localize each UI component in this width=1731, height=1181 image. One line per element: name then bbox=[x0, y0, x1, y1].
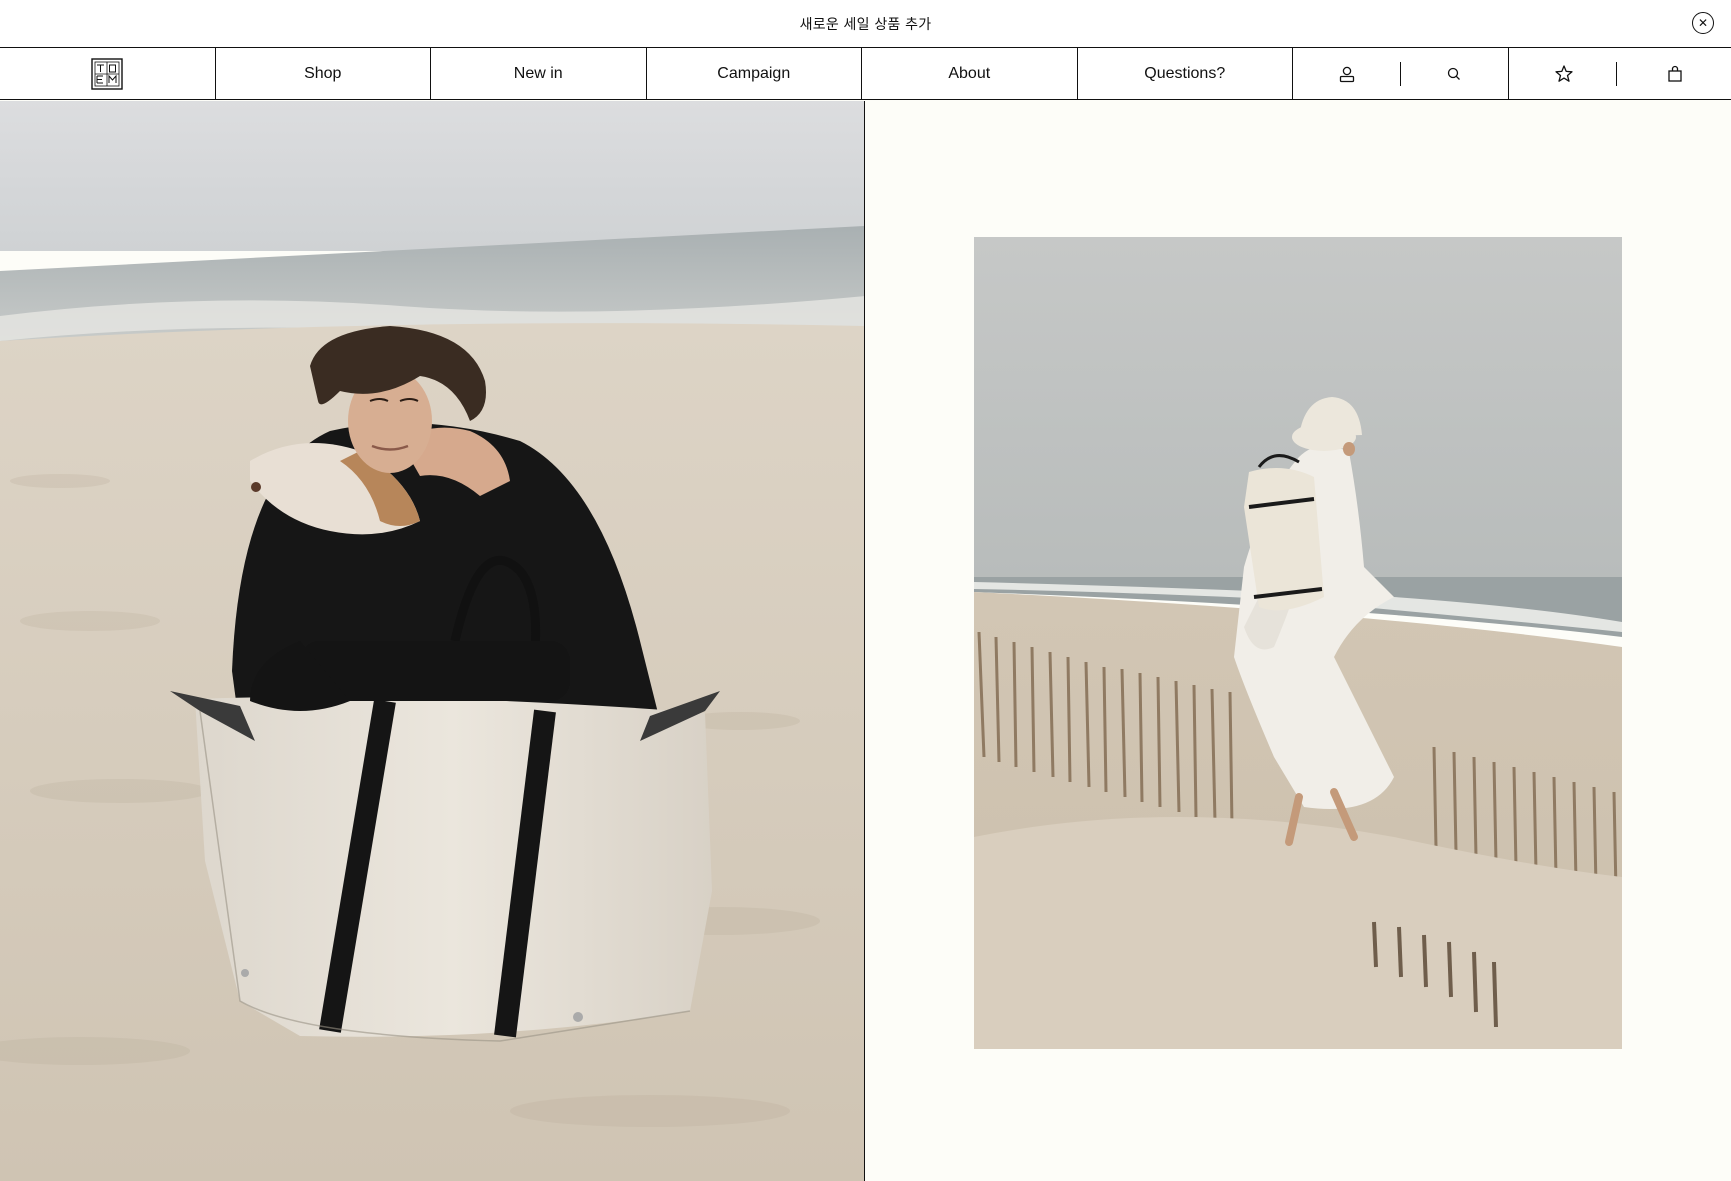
nav-wishlist-bag bbox=[1509, 48, 1731, 99]
nav-divider bbox=[1615, 62, 1617, 86]
campaign-hero bbox=[0, 101, 1731, 1181]
announcement-text: 새로운 세일 상품 추가 bbox=[799, 16, 932, 33]
announcement-bar: 새로운 세일 상품 추가 ✕ bbox=[0, 0, 1731, 48]
close-icon[interactable]: ✕ bbox=[1692, 12, 1714, 34]
nav-new-in[interactable]: New in bbox=[431, 48, 647, 99]
hero-image-right[interactable] bbox=[974, 237, 1622, 1049]
logo-icon bbox=[91, 57, 123, 90]
nav-shop[interactable]: Shop bbox=[216, 48, 431, 99]
nav-campaign[interactable]: Campaign bbox=[647, 48, 862, 99]
search-icon[interactable] bbox=[1434, 54, 1474, 94]
wishlist-star-icon[interactable] bbox=[1544, 54, 1584, 94]
nav-about[interactable]: About bbox=[862, 48, 1078, 99]
main-nav: Shop New in Campaign About Questions? bbox=[0, 48, 1731, 100]
logo-link[interactable] bbox=[0, 48, 216, 99]
shopping-bag-icon[interactable] bbox=[1655, 54, 1695, 94]
hero-image-left[interactable] bbox=[0, 101, 865, 1181]
nav-questions[interactable]: Questions? bbox=[1078, 48, 1293, 99]
nav-divider bbox=[1400, 62, 1401, 86]
nav-account-search bbox=[1293, 48, 1509, 99]
account-icon[interactable] bbox=[1327, 54, 1367, 94]
hero-panel-right bbox=[866, 101, 1731, 1181]
